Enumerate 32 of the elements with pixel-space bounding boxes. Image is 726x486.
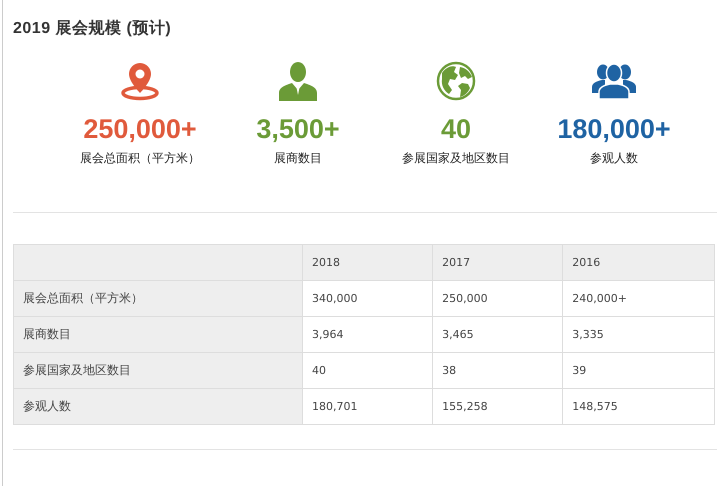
stat-value: 3,500+ [256,113,340,145]
table-cell: 240,000+ [562,280,714,316]
row-header: 参观人数 [14,388,302,424]
table-cell: 38 [432,352,563,388]
stat-label: 展商数目 [274,150,322,167]
location-pin-icon [120,61,160,101]
stat-value: 40 [440,113,472,145]
row-header: 展商数目 [14,316,302,352]
table-cell: 250,000 [432,280,563,316]
stat-label: 参展国家及地区数目 [402,150,510,167]
stat-label: 参观人数 [590,150,638,167]
table-cell: 340,000 [302,280,433,316]
row-header: 展会总面积（平方米） [14,280,302,316]
people-icon [592,63,636,99]
stat-value: 250,000+ [83,113,197,145]
column-header: 2016 [562,244,714,280]
table-cell: 3,335 [562,316,714,352]
stat-label: 展会总面积（平方米） [80,150,200,167]
table-cell: 3,964 [302,316,433,352]
table-cell: 180,701 [302,388,433,424]
column-header: 2017 [432,244,563,280]
table-cell: 155,258 [432,388,563,424]
table-cell: 40 [302,352,433,388]
person-icon [278,61,318,101]
globe-icon [436,61,476,101]
table-cell: 39 [562,352,714,388]
table-cell: 148,575 [562,388,714,424]
stat-value: 180,000+ [557,113,671,145]
table-cell: 3,465 [432,316,563,352]
section-title: 2019 展会规模 (预计) [13,18,172,39]
column-header: 2018 [302,244,433,280]
row-header: 参展国家及地区数目 [14,352,302,388]
